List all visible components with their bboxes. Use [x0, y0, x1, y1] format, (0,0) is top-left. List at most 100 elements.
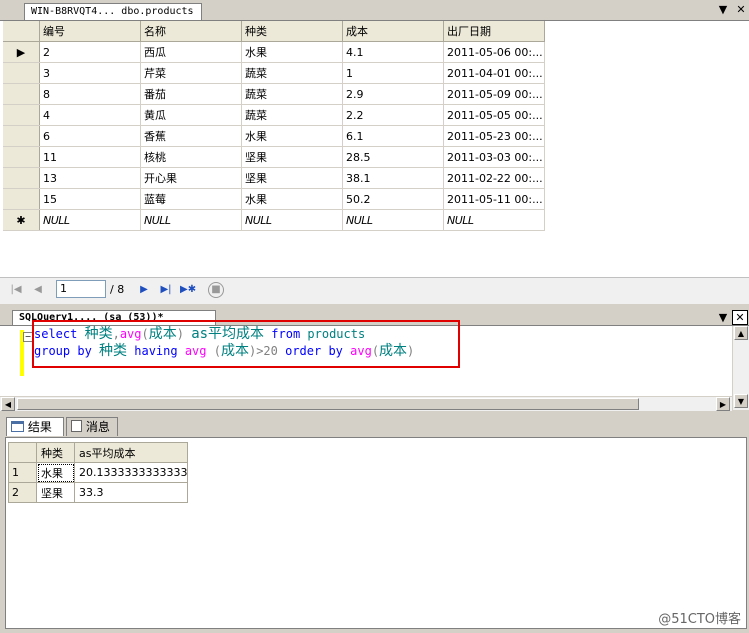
row-selector[interactable] [3, 188, 40, 210]
table-cell[interactable]: 2011-05-23 00:... [443, 125, 545, 147]
horizontal-scroll-thumb[interactable] [17, 398, 639, 410]
table-row[interactable]: 1 水果 20.1333333333333 [8, 462, 189, 483]
row-selector[interactable] [3, 83, 40, 105]
tab-dropdown-icon[interactable]: ▼ [716, 3, 730, 17]
table-row[interactable]: 3 芹菜 蔬菜 1 2011-04-01 00:... [3, 62, 545, 84]
tab-messages[interactable]: 消息 [66, 417, 118, 436]
row-selector[interactable] [3, 146, 40, 168]
table-cell[interactable]: 水果 [241, 125, 343, 147]
scroll-down-icon[interactable]: ▼ [734, 394, 748, 408]
table-cell[interactable]: NULL [443, 209, 545, 231]
last-record-icon[interactable]: ▶| [158, 282, 174, 298]
table-cell[interactable]: 开心果 [140, 167, 242, 189]
tab-dropdown-icon[interactable]: ▼ [716, 311, 730, 325]
table-cell[interactable]: 13 [39, 167, 141, 189]
table-cell[interactable]: 水果 [36, 462, 75, 483]
stop-icon[interactable]: ■ [208, 282, 224, 298]
table-row[interactable]: 11 核桃 坚果 28.5 2011-03-03 00:... [3, 146, 545, 168]
table-cell[interactable]: 坚果 [241, 167, 343, 189]
table-cell[interactable]: NULL [241, 209, 343, 231]
column-header[interactable]: 出厂日期 [443, 21, 545, 42]
column-header[interactable]: 种类 [36, 442, 75, 463]
table-cell[interactable]: 2.9 [342, 83, 444, 105]
table-cell[interactable]: 水果 [241, 188, 343, 210]
close-icon[interactable]: ✕ [732, 310, 748, 325]
table-row[interactable]: 4 黄瓜 蔬菜 2.2 2011-05-05 00:... [3, 104, 545, 126]
row-selector[interactable] [3, 125, 40, 147]
scroll-left-icon[interactable]: ◀ [1, 397, 15, 411]
table-cell[interactable]: 坚果 [241, 146, 343, 168]
table-cell[interactable]: 蔬菜 [241, 62, 343, 84]
table-cell[interactable]: 3 [39, 62, 141, 84]
new-record-icon[interactable]: ▶✱ [180, 282, 196, 298]
table-cell[interactable]: 坚果 [36, 482, 75, 503]
column-header[interactable]: 成本 [342, 21, 444, 42]
table-row[interactable]: 6 香蕉 水果 6.1 2011-05-23 00:... [3, 125, 545, 147]
table-cell[interactable]: 4 [39, 104, 141, 126]
table-cell[interactable]: 蓝莓 [140, 188, 242, 210]
table-cell[interactable]: 38.1 [342, 167, 444, 189]
table-cell[interactable]: 蔬菜 [241, 83, 343, 105]
table-cell[interactable]: 4.1 [342, 41, 444, 63]
row-selector[interactable] [3, 62, 40, 84]
previous-record-icon[interactable]: ◀ [30, 282, 46, 298]
table-cell[interactable]: 2011-05-11 00:... [443, 188, 545, 210]
row-number[interactable]: 2 [8, 482, 37, 503]
row-selector-header[interactable] [3, 21, 40, 42]
table-cell[interactable]: NULL [342, 209, 444, 231]
table-cell[interactable]: 2011-03-03 00:... [443, 146, 545, 168]
table-cell[interactable]: 2011-04-01 00:... [443, 62, 545, 84]
table-cell[interactable]: 蔬菜 [241, 104, 343, 126]
table-cell[interactable]: 2011-05-06 00:... [443, 41, 545, 63]
row-number[interactable]: 1 [8, 462, 37, 483]
row-number-header[interactable] [8, 442, 37, 463]
scroll-right-icon[interactable]: ▶ [716, 397, 730, 411]
table-cell[interactable]: 6.1 [342, 125, 444, 147]
table-cell[interactable]: 2 [39, 41, 141, 63]
table-cell[interactable]: 水果 [241, 41, 343, 63]
column-header[interactable]: 种类 [241, 21, 343, 42]
table-cell[interactable]: 8 [39, 83, 141, 105]
row-selector[interactable] [3, 167, 40, 189]
table-cell[interactable]: 2011-02-22 00:... [443, 167, 545, 189]
table-cell[interactable]: 11 [39, 146, 141, 168]
table-cell[interactable]: 黄瓜 [140, 104, 242, 126]
table-cell[interactable]: 2011-05-09 00:... [443, 83, 545, 105]
table-row[interactable]: 8 番茄 蔬菜 2.9 2011-05-09 00:... [3, 83, 545, 105]
table-cell[interactable]: 33.3 [73, 482, 189, 503]
table-cell[interactable]: 28.5 [342, 146, 444, 168]
row-selector[interactable]: ✱ [3, 209, 40, 231]
row-selector[interactable] [3, 104, 40, 126]
table-cell[interactable]: 西瓜 [140, 41, 242, 63]
table-cell[interactable]: NULL [140, 209, 242, 231]
tab-results[interactable]: 结果 [6, 417, 64, 436]
table-row[interactable]: ▶ 2 西瓜 水果 4.1 2011-05-06 00:... [3, 41, 545, 63]
column-header[interactable]: as平均成本 [73, 442, 189, 463]
editor-vertical-scrollbar[interactable]: ▲ ▼ [732, 326, 749, 410]
first-record-icon[interactable]: |◀ [8, 282, 24, 298]
table-cell[interactable]: 20.1333333333333 [73, 462, 189, 483]
table-row[interactable]: 2 坚果 33.3 [8, 482, 189, 503]
column-header[interactable]: 编号 [39, 21, 141, 42]
scroll-up-icon[interactable]: ▲ [734, 326, 748, 340]
table-cell[interactable]: 番茄 [140, 83, 242, 105]
tab-products-table[interactable]: WIN-B8RVQT4... dbo.products [24, 3, 202, 20]
column-header[interactable]: 名称 [140, 21, 242, 42]
table-cell[interactable]: 2011-05-05 00:... [443, 104, 545, 126]
row-selector[interactable]: ▶ [3, 41, 40, 63]
table-cell[interactable]: 1 [342, 62, 444, 84]
close-icon[interactable]: ✕ [734, 3, 748, 17]
table-row[interactable]: ✱ NULL NULL NULL NULL NULL [3, 209, 545, 231]
next-record-icon[interactable]: ▶ [136, 282, 152, 298]
table-row[interactable]: 15 蓝莓 水果 50.2 2011-05-11 00:... [3, 188, 545, 210]
table-cell[interactable]: 香蕉 [140, 125, 242, 147]
table-cell[interactable]: 2.2 [342, 104, 444, 126]
table-cell[interactable]: NULL [39, 209, 141, 231]
table-cell[interactable]: 芹菜 [140, 62, 242, 84]
table-cell[interactable]: 6 [39, 125, 141, 147]
table-cell[interactable]: 50.2 [342, 188, 444, 210]
record-position-input[interactable]: 1 [56, 280, 106, 298]
table-cell[interactable]: 15 [39, 188, 141, 210]
table-cell[interactable]: 核桃 [140, 146, 242, 168]
table-row[interactable]: 13 开心果 坚果 38.1 2011-02-22 00:... [3, 167, 545, 189]
